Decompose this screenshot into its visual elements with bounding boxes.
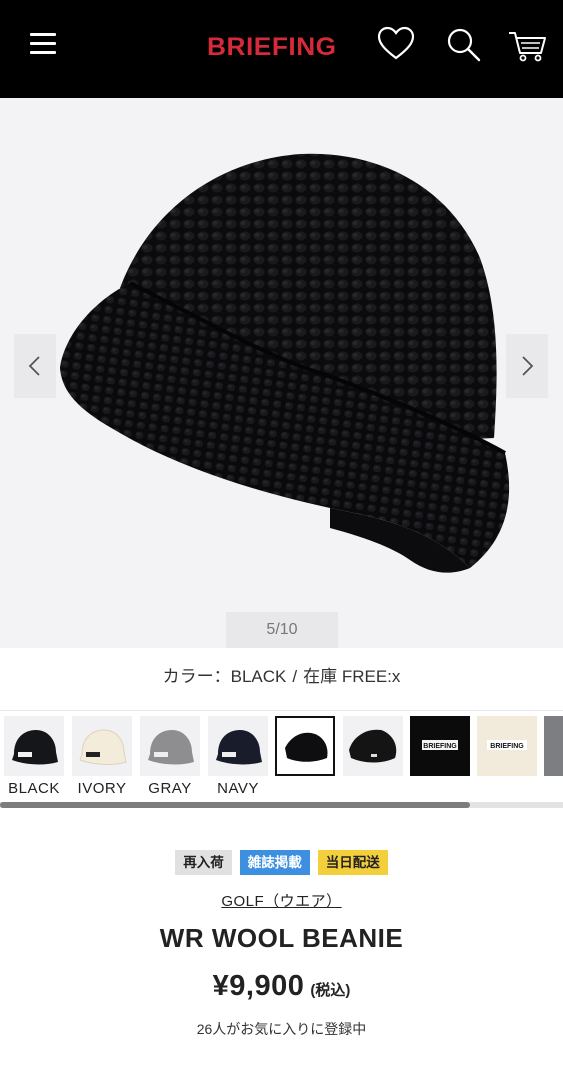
chevron-right-icon: [522, 356, 534, 376]
swatch-thumbnail: [72, 716, 132, 776]
category-link-wrap: GOLF（ウエア）: [0, 890, 563, 914]
price-block: ¥9,900 (税込): [0, 964, 563, 1008]
image-counter: 5/10: [226, 612, 338, 648]
swatch-thumbnail: [544, 716, 563, 776]
brand-logo[interactable]: BRIEFING: [207, 30, 337, 64]
swatch-logo-text: BRIEFING: [490, 743, 524, 750]
same-day-badge: 当日配送: [317, 850, 388, 875]
gallery-prev-button[interactable]: [14, 334, 56, 398]
swatch-selected[interactable]: [275, 716, 335, 796]
restock-badge: 再入荷: [175, 850, 232, 875]
swatch-thumbnail: [4, 716, 64, 776]
swatch-logo-text: BRIEFING: [423, 743, 457, 750]
favorites-count: 26人がお気に入りに登録中: [196, 1021, 367, 1037]
swatch-ivory[interactable]: IVORY: [72, 716, 132, 797]
heart-icon[interactable]: [376, 24, 416, 64]
swatch-detail-3[interactable]: BRIEFING: [477, 716, 537, 796]
stock-status: x: [391, 667, 401, 686]
swatch-thumbnail: BRIEFING: [477, 716, 537, 776]
color-swatch-list[interactable]: BLACK IVORY GRAY NAVY BRIEFING BRIEFING: [0, 712, 563, 800]
cart-icon[interactable]: [507, 24, 547, 64]
swatch-navy[interactable]: NAVY: [208, 716, 268, 797]
swatch-scrollbar-thumb[interactable]: [0, 802, 470, 808]
swatch-black[interactable]: BLACK: [4, 716, 64, 797]
product-name: WR WOOL BEANIE: [159, 923, 404, 953]
variant-info: カラー：BLACK / 在庫 FREE:x: [0, 662, 563, 692]
swatch-detail-2[interactable]: BRIEFING: [410, 716, 470, 796]
gallery-next-button[interactable]: [506, 334, 548, 398]
product-badges: 再入荷 雑誌掲載 当日配送: [0, 850, 563, 876]
magazine-badge: 雑誌掲載: [239, 850, 310, 875]
category-link[interactable]: GOLF（ウエア）: [221, 893, 341, 910]
menu-icon[interactable]: [26, 30, 60, 58]
swatch-thumbnail: [343, 716, 403, 776]
swatch-thumbnail: [208, 716, 268, 776]
swatch-label: NAVY: [217, 780, 259, 797]
site-header: BRIEFING: [0, 0, 563, 98]
search-icon[interactable]: [443, 24, 483, 64]
chevron-left-icon: [28, 356, 40, 376]
swatch-gray[interactable]: GRAY: [140, 716, 200, 797]
separator: /: [292, 667, 298, 686]
swatch-detail-4[interactable]: [544, 716, 563, 796]
stock-label: 在庫 FREE:: [303, 667, 392, 686]
divider: [0, 710, 563, 711]
color-label: カラー：BLACK: [162, 667, 287, 686]
product-image-gallery[interactable]: 5/10: [0, 98, 563, 648]
swatch-thumbnail: [275, 716, 335, 776]
swatch-detail-1[interactable]: [343, 716, 403, 796]
swatch-thumbnail: [140, 716, 200, 776]
tax-note: (税込): [310, 982, 351, 999]
product-image-beanie: [60, 153, 510, 573]
price: ¥9,900: [212, 970, 305, 1002]
swatch-thumbnail: BRIEFING: [410, 716, 470, 776]
